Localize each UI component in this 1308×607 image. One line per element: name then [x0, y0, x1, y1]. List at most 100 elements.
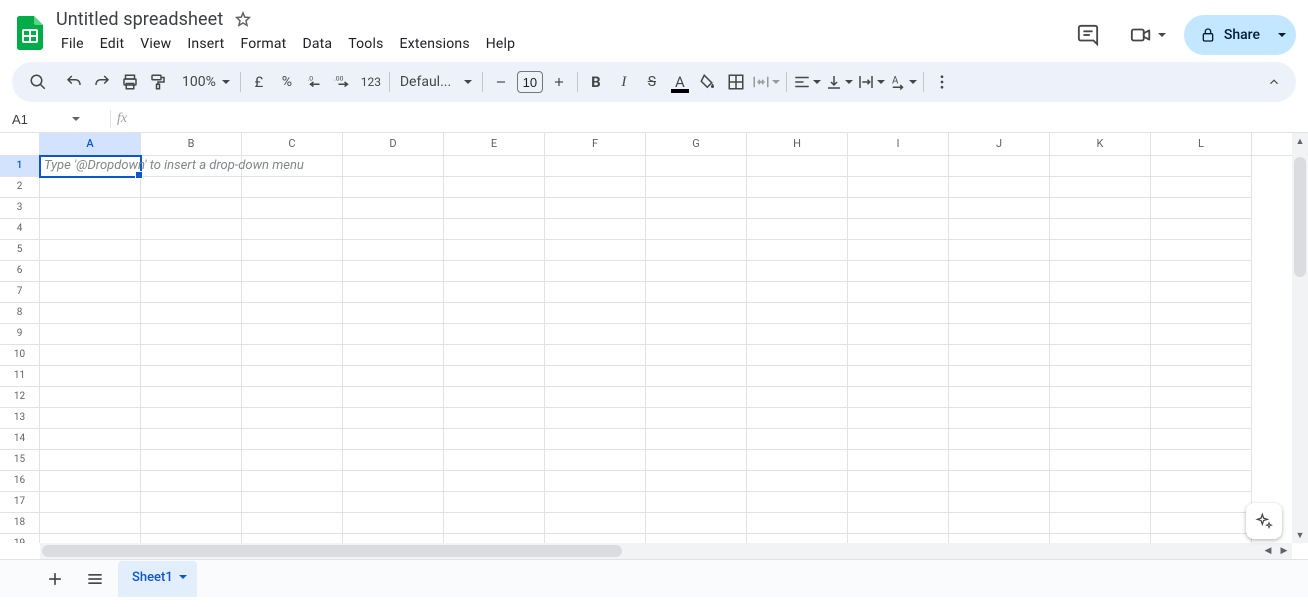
cell[interactable] — [1151, 471, 1252, 492]
row-header[interactable]: 18 — [0, 513, 40, 534]
menu-view[interactable]: View — [133, 33, 178, 55]
cell[interactable] — [747, 219, 848, 240]
column-header[interactable]: E — [444, 133, 545, 155]
row-header[interactable]: 6 — [0, 261, 40, 282]
row-header[interactable]: 4 — [0, 219, 40, 240]
cell[interactable] — [242, 219, 343, 240]
cell[interactable] — [747, 408, 848, 429]
cell[interactable] — [40, 324, 141, 345]
cell[interactable] — [1151, 156, 1252, 177]
cell[interactable] — [848, 450, 949, 471]
column-header[interactable]: A — [40, 133, 141, 155]
cell[interactable] — [1151, 261, 1252, 282]
cell[interactable] — [40, 471, 141, 492]
cell[interactable] — [848, 534, 949, 543]
decrease-font-size-button[interactable] — [487, 68, 515, 96]
cell[interactable] — [40, 345, 141, 366]
cell[interactable] — [141, 177, 242, 198]
strikethrough-button[interactable]: S — [638, 68, 666, 96]
cell[interactable] — [646, 492, 747, 513]
cell[interactable] — [747, 324, 848, 345]
row-header[interactable]: 2 — [0, 177, 40, 198]
menu-data[interactable]: Data — [295, 33, 339, 55]
cell[interactable] — [646, 156, 747, 177]
cell[interactable] — [444, 219, 545, 240]
cell[interactable] — [848, 408, 949, 429]
cell[interactable] — [747, 366, 848, 387]
print-button[interactable] — [116, 68, 144, 96]
cell[interactable] — [848, 282, 949, 303]
paint-format-button[interactable] — [144, 68, 172, 96]
cell[interactable] — [343, 492, 444, 513]
text-rotation-button[interactable]: A — [887, 68, 919, 96]
cell[interactable] — [545, 408, 646, 429]
cell[interactable] — [40, 534, 141, 543]
cell[interactable] — [141, 198, 242, 219]
cell[interactable] — [1050, 219, 1151, 240]
cell[interactable] — [1050, 345, 1151, 366]
column-header[interactable]: I — [848, 133, 949, 155]
scroll-up-arrow[interactable]: ▲ — [1292, 133, 1308, 149]
vertical-scrollbar[interactable]: ▲ ▼ — [1292, 133, 1308, 543]
cell[interactable] — [747, 429, 848, 450]
cell[interactable] — [343, 387, 444, 408]
star-button[interactable] — [231, 7, 255, 31]
cell[interactable] — [40, 261, 141, 282]
cell[interactable] — [343, 513, 444, 534]
cell[interactable] — [242, 261, 343, 282]
cell[interactable] — [545, 450, 646, 471]
cell[interactable] — [747, 534, 848, 543]
cell[interactable] — [141, 534, 242, 543]
cell[interactable] — [444, 240, 545, 261]
cell[interactable] — [646, 324, 747, 345]
cell[interactable] — [444, 198, 545, 219]
vertical-scroll-thumb[interactable] — [1294, 157, 1306, 277]
cell[interactable] — [40, 240, 141, 261]
row-header[interactable]: 14 — [0, 429, 40, 450]
cell[interactable] — [747, 303, 848, 324]
cell[interactable] — [747, 345, 848, 366]
percent-button[interactable]: % — [273, 68, 301, 96]
cell[interactable] — [545, 303, 646, 324]
cell[interactable] — [1050, 366, 1151, 387]
cell[interactable] — [949, 492, 1050, 513]
cell[interactable] — [141, 492, 242, 513]
cell[interactable] — [40, 198, 141, 219]
cell[interactable] — [1151, 282, 1252, 303]
menu-extensions[interactable]: Extensions — [393, 33, 477, 55]
cell[interactable] — [848, 387, 949, 408]
cell[interactable] — [40, 513, 141, 534]
name-box-dropdown[interactable] — [68, 117, 84, 121]
cell[interactable] — [646, 177, 747, 198]
cell[interactable] — [545, 324, 646, 345]
increase-decimal-button[interactable]: .00 — [329, 68, 357, 96]
menu-file[interactable]: File — [54, 33, 91, 55]
cell[interactable] — [1151, 429, 1252, 450]
cell[interactable] — [1050, 303, 1151, 324]
cell[interactable] — [747, 240, 848, 261]
cell[interactable] — [545, 534, 646, 543]
cell[interactable] — [545, 492, 646, 513]
share-dropdown[interactable] — [1274, 33, 1296, 37]
cell[interactable] — [949, 513, 1050, 534]
cell[interactable] — [949, 177, 1050, 198]
cell[interactable] — [444, 534, 545, 543]
cell[interactable] — [40, 177, 141, 198]
cell[interactable] — [141, 513, 242, 534]
cell[interactable] — [747, 198, 848, 219]
more-formats-button[interactable]: 123 — [357, 68, 385, 96]
cell[interactable] — [242, 492, 343, 513]
cell[interactable] — [444, 282, 545, 303]
cell[interactable] — [1050, 534, 1151, 543]
sheets-logo[interactable] — [12, 15, 48, 51]
cell[interactable] — [949, 156, 1050, 177]
menu-insert[interactable]: Insert — [180, 33, 231, 55]
cell[interactable] — [747, 450, 848, 471]
cell[interactable] — [1151, 303, 1252, 324]
column-header[interactable]: J — [949, 133, 1050, 155]
cell[interactable] — [141, 261, 242, 282]
cell[interactable] — [444, 429, 545, 450]
decrease-decimal-button[interactable]: .0 — [301, 68, 329, 96]
menu-tools[interactable]: Tools — [341, 33, 390, 55]
search-menus-button[interactable] — [24, 68, 52, 96]
